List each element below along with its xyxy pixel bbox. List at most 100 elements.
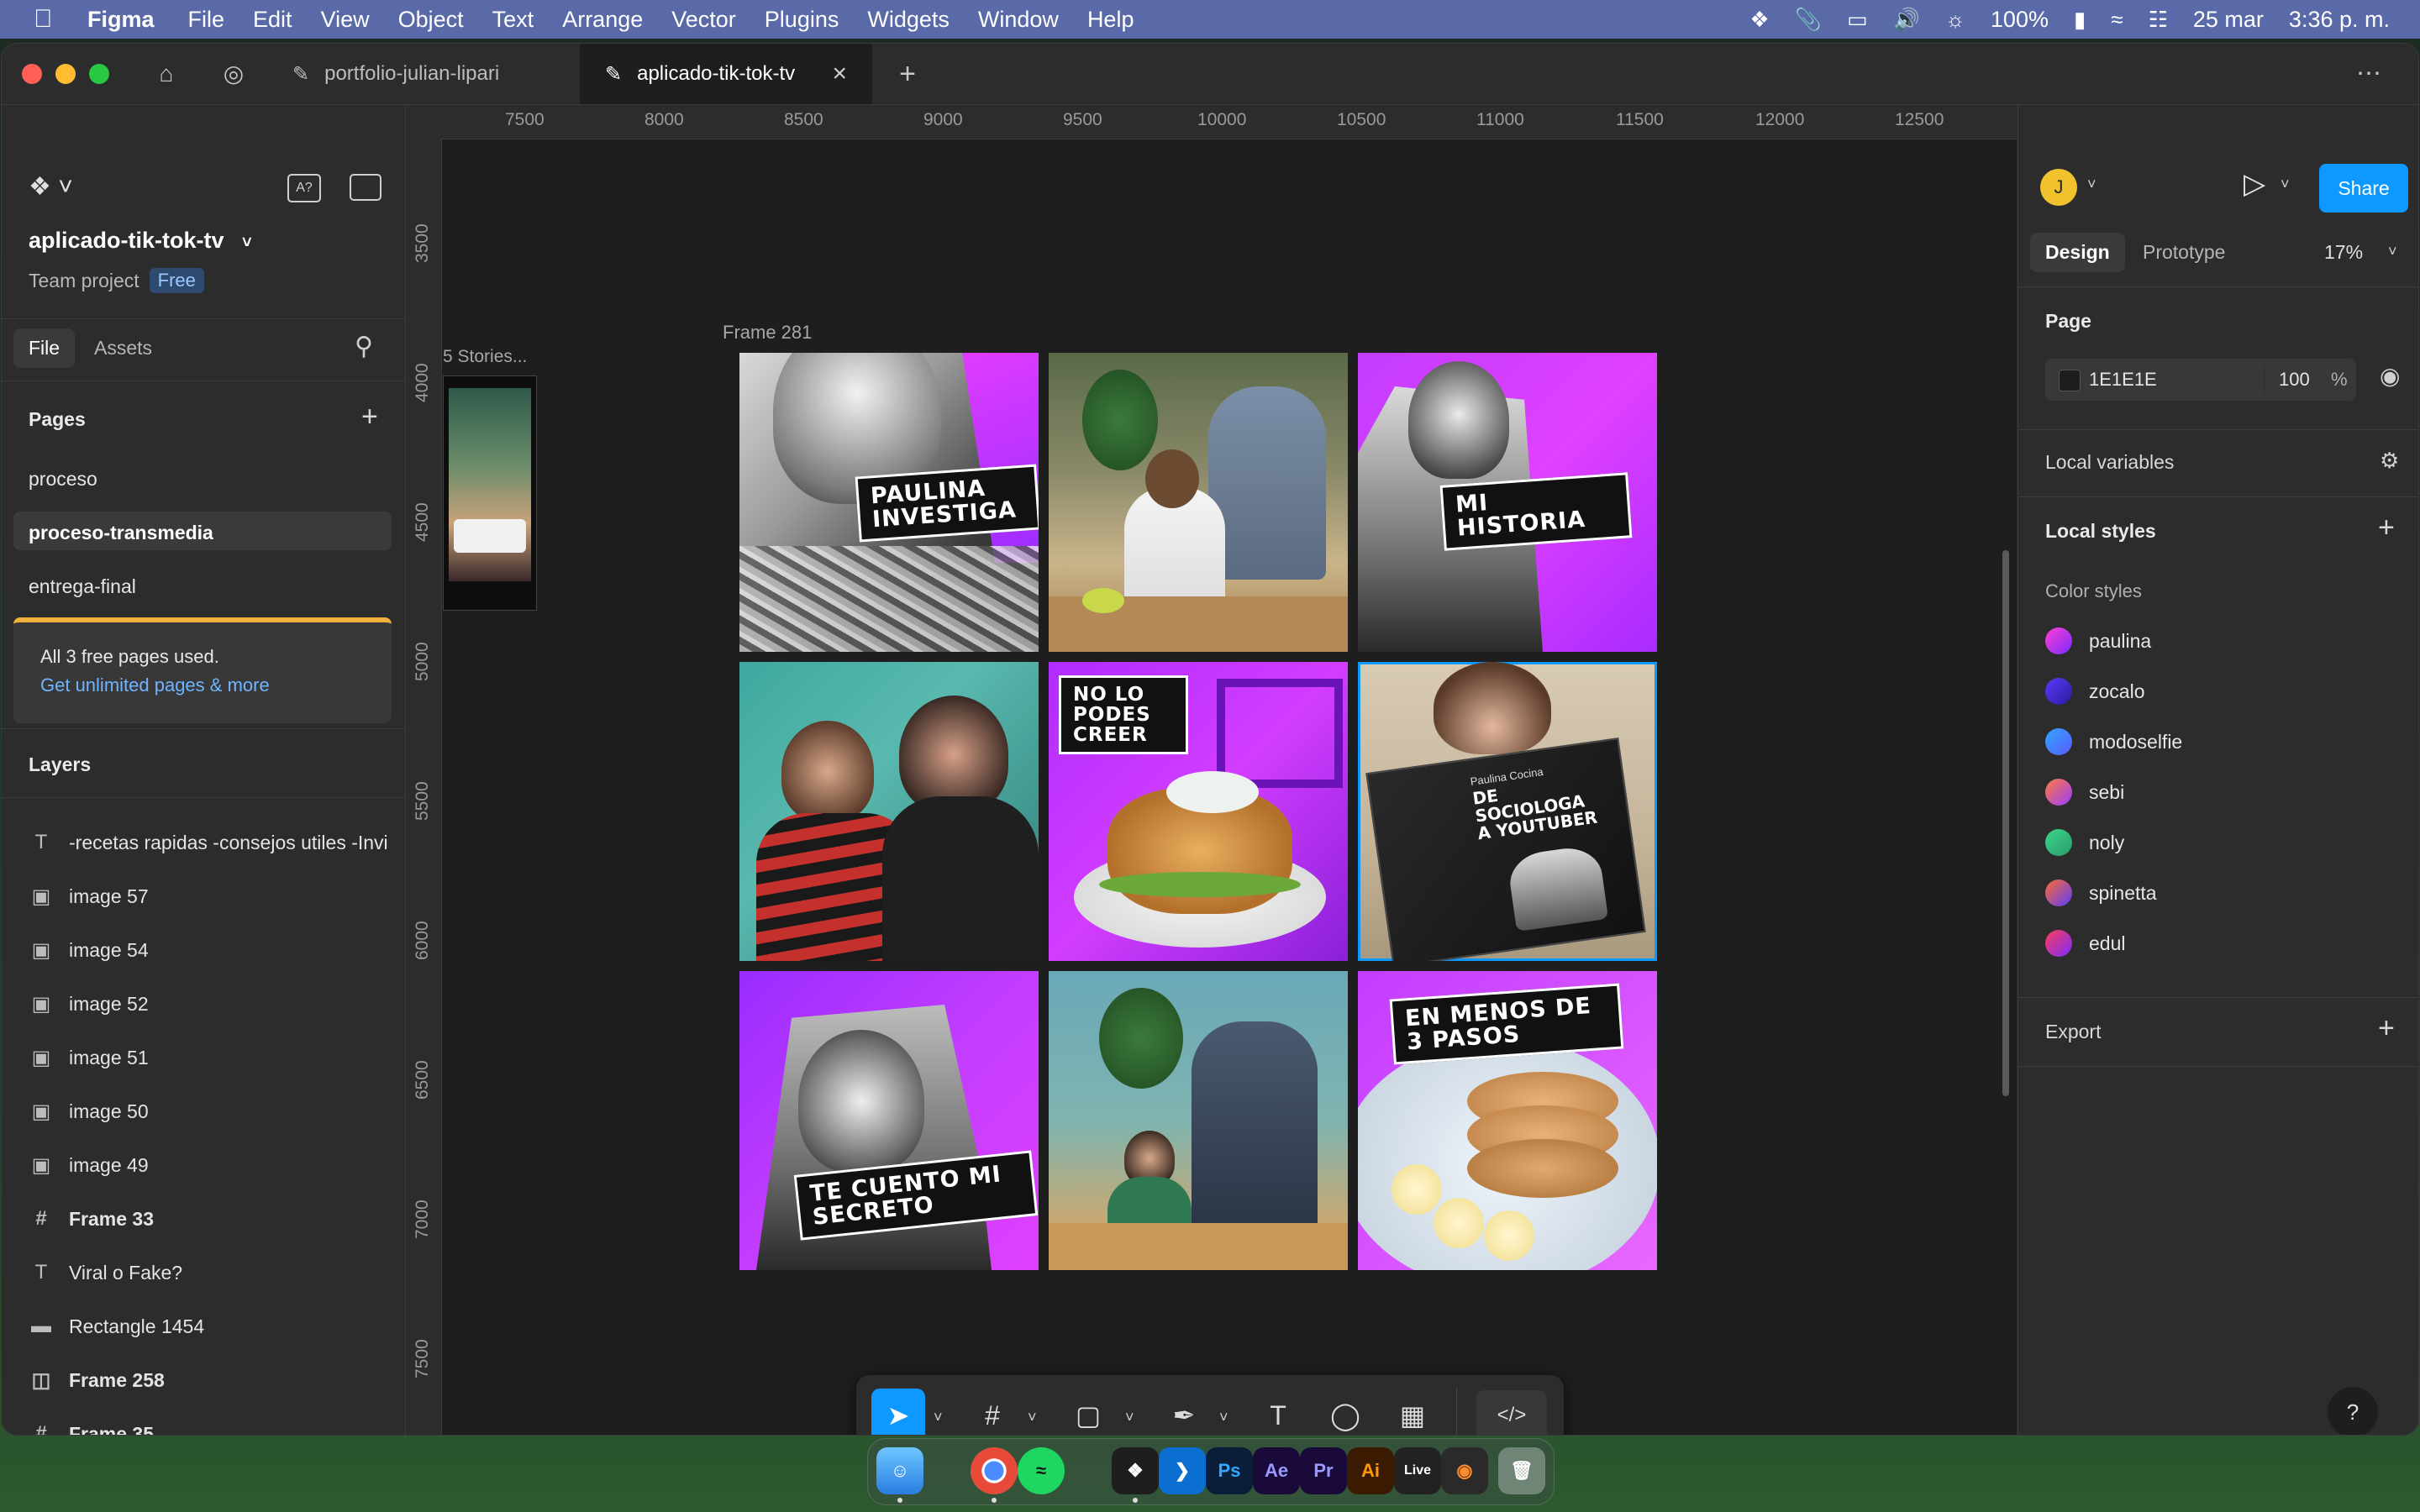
project-name[interactable]: Team project (29, 270, 139, 292)
chevron-down-icon[interactable]: ˅ (2281, 176, 2290, 193)
tile-image-8[interactable] (1049, 971, 1348, 1270)
tab-design[interactable]: Design (2030, 233, 2125, 272)
color-style-item[interactable]: edul (2045, 930, 2125, 957)
illustrator-app-icon[interactable]: Ai (1347, 1447, 1394, 1494)
ableton-live-app-icon[interactable]: Live (1394, 1447, 1441, 1494)
tab-aplicado[interactable]: ✎ aplicado-tik-tok-tv × (580, 44, 872, 104)
color-style-item[interactable]: sebi (2045, 779, 2124, 806)
export-title[interactable]: Export (2045, 1021, 2101, 1043)
menu-app[interactable]: Figma (87, 7, 155, 33)
finder-app-icon[interactable]: ☺ (876, 1447, 923, 1494)
apple-icon[interactable]:  (34, 5, 64, 34)
menu-help[interactable]: Help (1087, 7, 1134, 33)
frame-label[interactable]: Frame 281 (723, 322, 812, 344)
plan-badge[interactable]: Free (149, 268, 204, 293)
photoshop-app-icon[interactable]: Ps (1206, 1447, 1253, 1494)
tile-image-5[interactable]: NO LO PODES CREER (1049, 662, 1348, 961)
page-color-hex[interactable]: 1E1E1E (2089, 369, 2157, 391)
zoom-window-button[interactable] (89, 64, 109, 84)
layer-row[interactable]: ▣ image 54 (29, 933, 149, 967)
tab-portfolio[interactable]: ✎ portfolio-julian-lipari (267, 44, 578, 104)
present-play-icon[interactable]: ▷ (2244, 167, 2265, 201)
upsell-link[interactable]: Get unlimited pages & more (40, 675, 270, 696)
chevron-down-icon[interactable]: ˅ (2087, 176, 2096, 193)
paperclip-icon[interactable]: 📎 (1795, 7, 1822, 33)
dev-mode-icon[interactable]: </> (1476, 1390, 1547, 1435)
chevron-down-icon[interactable]: ˅ (2388, 243, 2397, 260)
chrome-app-icon[interactable] (971, 1447, 1018, 1494)
menu-file[interactable]: File (188, 7, 225, 33)
side-frame-label[interactable]: 5 Stories... (443, 347, 527, 367)
tab-assets[interactable]: Assets (94, 337, 152, 360)
figma-app-icon[interactable]: ❖ (1112, 1447, 1159, 1494)
chevron-down-icon[interactable]: ˅ (242, 234, 252, 252)
layer-row[interactable]: ▣ image 50 (29, 1095, 149, 1128)
menu-edit[interactable]: Edit (253, 7, 292, 33)
page-opacity[interactable]: 100 (2279, 369, 2310, 391)
file-name[interactable]: aplicado-tik-tok-tv ˅ (29, 228, 252, 254)
add-page-icon[interactable]: + (361, 401, 378, 433)
help-icon[interactable]: ? (2328, 1387, 2378, 1435)
community-globe-icon[interactable]: ◎ (218, 59, 249, 89)
layer-row[interactable]: # Frame 33 (29, 1202, 154, 1236)
home-icon[interactable]: ⌂ (151, 59, 182, 89)
variables-settings-icon[interactable]: ⚙ (2380, 448, 2399, 474)
tile-image-9[interactable]: EN MENOS DE 3 PASOS (1358, 971, 1657, 1270)
canvas[interactable]: 7500 8000 8500 9000 9500 10000 10500 110… (406, 105, 2017, 1435)
menu-view[interactable]: View (321, 7, 370, 33)
avatar[interactable]: J (2040, 169, 2077, 206)
menu-object[interactable]: Object (398, 7, 464, 33)
new-tab-icon[interactable]: + (892, 59, 923, 89)
color-style-item[interactable]: modoselfie (2045, 728, 2182, 755)
vscode-app-icon[interactable]: ❯ (1159, 1447, 1206, 1494)
share-button[interactable]: Share (2319, 164, 2408, 213)
battery-icon[interactable]: ▮ (2074, 7, 2086, 33)
layer-row[interactable]: T -recetas rapidas -consejos utiles -Invi (29, 826, 388, 859)
layer-row[interactable]: # Frame 35 (29, 1417, 154, 1435)
figma-tray-icon[interactable]: ❖ (1749, 7, 1769, 33)
layer-row[interactable]: ▣ image 51 (29, 1041, 149, 1074)
pen-tool-icon[interactable]: ✒ (1164, 1395, 1204, 1435)
zoom-level[interactable]: 17% (2324, 241, 2363, 264)
tile-image-6-selected[interactable]: Paulina Cocina DE SOCIOLOGA A YOUTUBER (1358, 662, 1657, 961)
chevron-down-icon[interactable]: ˅ (934, 1409, 943, 1426)
layer-row[interactable]: ▣ image 49 (29, 1148, 149, 1182)
wifi-icon[interactable]: ≈ (2111, 7, 2123, 33)
menu-window[interactable]: Window (978, 7, 1059, 33)
layer-row[interactable]: T Viral o Fake? (29, 1256, 182, 1289)
ask-ai-icon[interactable]: A? (287, 174, 321, 202)
tile-image-3[interactable]: MI HISTORIA (1358, 353, 1657, 652)
eye-icon[interactable]: ◉ (2380, 362, 2400, 390)
minimize-window-button[interactable] (55, 64, 76, 84)
after-effects-app-icon[interactable]: Ae (1253, 1447, 1300, 1494)
menu-plugins[interactable]: Plugins (765, 7, 839, 33)
menu-arrange[interactable]: Arrange (562, 7, 643, 33)
page-color-field[interactable]: 1E1E1E 100 % (2045, 359, 2356, 401)
story-frame-preview[interactable] (443, 375, 537, 611)
search-icon[interactable]: ⚲ (355, 332, 373, 361)
control-center-icon[interactable]: ☷ (2149, 7, 2168, 33)
layer-row[interactable]: ▬ Rectangle 1454 (29, 1310, 204, 1343)
tile-image-4[interactable] (739, 662, 1039, 961)
frame-tool-icon[interactable]: # (972, 1395, 1013, 1435)
frame-281[interactable]: PAULINA INVESTIGA MI HISTORIA NO LO PODE… (739, 353, 1662, 1275)
page-item[interactable]: proceso (29, 468, 97, 491)
color-style-item[interactable]: paulina (2045, 627, 2151, 654)
tab-file[interactable]: File (13, 328, 76, 368)
chevron-down-icon[interactable]: ˅ (1219, 1409, 1228, 1426)
main-menu-icon[interactable]: ❖ ˅ (29, 172, 73, 202)
layer-row[interactable]: ◫ Frame 258 (29, 1363, 165, 1397)
add-export-icon[interactable]: + (2378, 1012, 2395, 1045)
page-item[interactable]: proceso-transmedia (29, 522, 213, 544)
toggle-sidebar-icon[interactable] (350, 174, 381, 201)
actions-tool-icon[interactable]: ▦ (1392, 1395, 1433, 1435)
tile-image-2[interactable] (1049, 353, 1348, 652)
trash-icon[interactable]: 🗑 (1498, 1447, 1545, 1494)
menu-vector[interactable]: Vector (671, 7, 736, 33)
tile-image-7[interactable]: TE CUENTO MI SECRETO (739, 971, 1039, 1270)
blender-app-icon[interactable]: ◉ (1441, 1447, 1488, 1494)
more-options-icon[interactable]: ⋯ (2354, 59, 2385, 89)
layer-row[interactable]: ▣ image 52 (29, 987, 149, 1021)
brightness-icon[interactable]: ☼ (1945, 7, 1965, 33)
color-style-item[interactable]: noly (2045, 829, 2124, 856)
